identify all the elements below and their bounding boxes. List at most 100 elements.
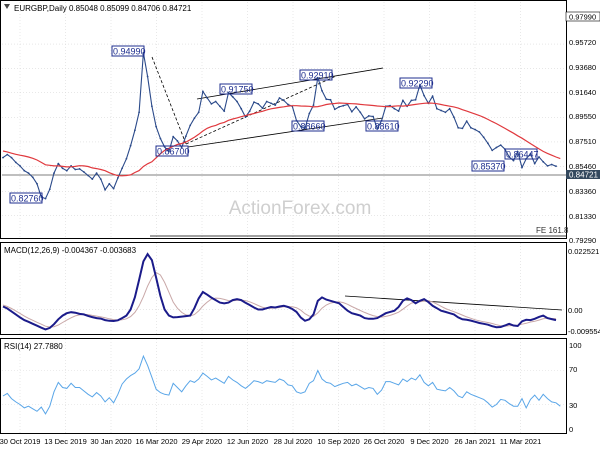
price-point <box>129 144 132 147</box>
price-point <box>461 127 464 130</box>
price-point <box>121 167 123 170</box>
price-point <box>274 104 277 106</box>
price-point <box>282 99 285 102</box>
price-point <box>95 172 98 175</box>
price-point <box>206 97 209 99</box>
price-point <box>465 120 468 123</box>
trend-lines <box>2 56 566 311</box>
y-tick-1: 0.95720 <box>569 38 596 47</box>
y-tick-2: 0.93680 <box>569 63 596 72</box>
price-point <box>533 162 536 165</box>
price-point <box>193 117 196 120</box>
label-91750: 0.91750 <box>221 85 254 95</box>
x-tick-label-6: 28 Jul 2020 <box>274 437 313 446</box>
price-point <box>155 125 158 128</box>
macd-trend-line <box>344 295 563 311</box>
price-point <box>487 142 489 145</box>
dropdown-triangle-icon <box>4 4 10 9</box>
price-point <box>546 165 549 167</box>
rsi-axis: 100 70 30 0 <box>569 341 582 434</box>
price-point <box>423 94 425 97</box>
macd-axis: 0.022521 0.00 -0.009554 <box>568 247 600 336</box>
price-point <box>223 110 226 112</box>
price-point <box>308 112 311 115</box>
label-92290: 0.92290 <box>401 79 434 89</box>
price-point <box>244 116 247 118</box>
channel-lower-line <box>187 117 384 148</box>
y-tick-3: 0.91640 <box>569 88 596 97</box>
price-point <box>474 128 477 131</box>
x-tick-label-11: 11 Mar 2021 <box>500 437 542 446</box>
plots <box>2 51 561 415</box>
macd-tick-bottom: -0.009554 <box>568 327 600 336</box>
price-point <box>125 157 128 160</box>
price-point <box>138 111 141 114</box>
x-tick-label-8: 26 Oct 2020 <box>364 437 405 446</box>
price-point <box>151 105 153 108</box>
price-point <box>10 156 13 159</box>
price-point <box>2 156 4 159</box>
rsi-tick-0: 0 <box>569 425 573 434</box>
x-tick-label-5: 12 Jun 2020 <box>227 437 268 446</box>
price-point <box>457 126 460 129</box>
price-point <box>333 108 336 111</box>
price-point <box>325 98 328 101</box>
price-header: EURGBP,Daily 0.85048 0.85099 0.84706 0.8… <box>14 4 192 13</box>
chart-svg: ActionForex.com 0.94990 0.91750 0.92910 … <box>0 0 600 446</box>
price-point <box>172 135 175 138</box>
price-point <box>555 165 557 168</box>
y-tick-9: 0.79290 <box>569 236 596 245</box>
price-point <box>342 104 345 107</box>
price-point <box>57 162 60 165</box>
price-point <box>355 106 357 108</box>
y-tick-5: 0.87510 <box>569 137 596 146</box>
price-point <box>117 177 119 179</box>
rsi-line <box>2 354 561 415</box>
price-point <box>359 111 362 114</box>
price-point <box>159 137 162 140</box>
price-point <box>146 75 149 78</box>
price-point <box>87 174 89 177</box>
label-86700: 0.86700 <box>157 147 190 157</box>
price-point <box>470 126 472 129</box>
x-tick-label-3: 16 Mar 2020 <box>135 437 177 446</box>
macd-panel-frame <box>0 242 567 335</box>
price-point <box>329 98 332 101</box>
price-point <box>478 131 481 133</box>
price-point <box>431 95 434 98</box>
price-point <box>104 188 106 191</box>
price-point <box>53 172 55 175</box>
price-point <box>482 136 485 139</box>
macd-tick-top: 0.022521 <box>568 247 599 256</box>
x-tick-label-7: 10 Sep 2020 <box>317 437 360 446</box>
x-tick-label-0: 30 Oct 2019 <box>0 437 40 446</box>
price-point <box>495 146 498 149</box>
price-point <box>112 187 115 190</box>
price-point <box>189 124 192 127</box>
rsi-tick-70: 70 <box>569 365 577 374</box>
y-tick-7: 0.83360 <box>569 187 596 196</box>
label-88610: 0.88610 <box>367 122 400 132</box>
price-point <box>512 159 515 162</box>
price-point <box>278 97 281 99</box>
price-point <box>491 149 494 152</box>
price-point <box>542 160 545 163</box>
rsi-tick-100: 100 <box>569 341 582 350</box>
price-point <box>414 98 417 101</box>
y-tick-8: 0.81330 <box>569 212 596 221</box>
label-94990: 0.94990 <box>113 47 146 57</box>
chart-root: ActionForex.com 0.94990 0.91750 0.92910 … <box>0 0 600 450</box>
watermark: ActionForex.com <box>229 198 372 219</box>
price-point <box>257 103 260 105</box>
price-point <box>78 168 81 170</box>
x-tick-label-2: 30 Jan 2020 <box>90 437 131 446</box>
price-point <box>338 106 340 108</box>
price-point <box>397 110 400 112</box>
price-point <box>236 100 238 103</box>
price-point <box>202 90 204 93</box>
price-point <box>440 109 442 112</box>
price-point <box>134 129 136 132</box>
price-line <box>2 52 557 200</box>
x-tick-label-9: 9 Dec 2020 <box>410 437 448 446</box>
price-point <box>48 188 51 191</box>
